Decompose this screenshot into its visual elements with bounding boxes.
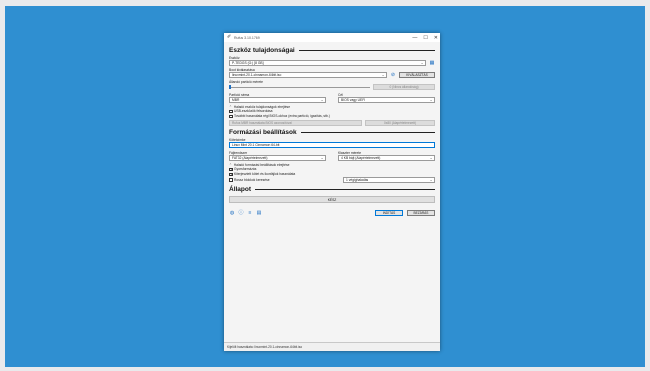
partition-scheme-dropdown[interactable]: MBR ⌄: [229, 97, 326, 103]
save-drive-icon[interactable]: ▦: [429, 60, 435, 66]
chevron-up-icon: ⌃: [229, 105, 232, 109]
select-button[interactable]: KIVÁLASZTÁS: [399, 72, 435, 78]
drive-properties-heading: Eszköz tulajdonságai: [229, 47, 435, 54]
bad-blocks-checkbox[interactable]: Rossz blokkok keresése: [229, 178, 340, 183]
rufus-app-icon: ✐: [227, 34, 232, 40]
progress-text: KÉSZ: [327, 198, 337, 202]
chevron-down-icon: ⌄: [429, 156, 433, 160]
checksum-icon[interactable]: ⊘: [390, 72, 396, 78]
checkmark-icon: ✔: [229, 172, 233, 177]
cluster-size-dropdown[interactable]: 4 KB bájt (Alapértelmezett) ⌄: [338, 155, 435, 161]
window-title: Rufus 3.10.1769: [234, 35, 260, 40]
minimize-button[interactable]: —: [412, 35, 417, 41]
filesystem-dropdown[interactable]: FAT32 (Alapértelmezett) ⌄: [229, 155, 326, 161]
format-options-heading: Formázási beállítások: [229, 129, 435, 136]
chevron-down-icon: ⌄: [381, 73, 385, 77]
globe-icon[interactable]: ◍: [229, 210, 235, 216]
chevron-down-icon: ⌄: [320, 98, 324, 102]
passes-dropdown[interactable]: 1 végighaladás ⌄: [343, 177, 435, 183]
maximize-button[interactable]: ☐: [423, 35, 427, 41]
chevron-down-icon: ⌄: [420, 61, 424, 65]
log-icon[interactable]: ▤: [256, 210, 262, 216]
title-bar: ✐ Rufus 3.10.1769 — ☐ ✕: [224, 33, 440, 42]
chevron-down-icon: ⌄: [429, 178, 433, 182]
boot-selection-dropdown[interactable]: linuxmint-20.1-cinnamon-64bit.iso ⌄: [229, 72, 387, 78]
persistent-size-slider[interactable]: [229, 84, 370, 90]
rufus-mbr-checkbox: Rufus MBR használata BIOS azonosítóval: [229, 120, 362, 126]
status-heading: Állapot: [229, 186, 435, 193]
chevron-up-icon: ⌃: [229, 163, 232, 167]
volume-label-input[interactable]: Linux Mint 20.1 Cinnamon 64-bit: [229, 142, 435, 148]
persistent-size-field: 0 (Nincs állandóság): [373, 84, 435, 90]
bios-id-dropdown: 0x80 (Alapértelmezett): [365, 120, 435, 126]
bios-fixes-checkbox[interactable]: További használata régi BIOS-okhoz (extr…: [229, 114, 435, 119]
rufus-window: ✐ Rufus 3.10.1769 — ☐ ✕ Eszköz tulajdons…: [224, 33, 440, 351]
chevron-down-icon: ⌄: [429, 98, 433, 102]
device-dropdown[interactable]: P-TEDGS (G:) [8 GB] ⌄: [229, 60, 426, 66]
status-bar-text: Kijelölt használata: linuxmint-20.1-cinn…: [224, 342, 440, 351]
target-system-dropdown[interactable]: BIOS vagy UEFI ⌄: [338, 97, 435, 103]
chevron-down-icon: ⌄: [320, 156, 324, 160]
info-icon[interactable]: ⓘ: [238, 209, 244, 216]
close-button[interactable]: BEZÁRÁS: [407, 209, 435, 216]
settings-icon[interactable]: ≡: [247, 210, 253, 216]
checkmark-icon: ✔: [229, 167, 233, 172]
progress-bar: KÉSZ: [229, 196, 435, 203]
close-window-button[interactable]: ✕: [434, 35, 438, 41]
start-button[interactable]: INDÍTÁS: [375, 209, 403, 216]
slider-thumb: [229, 85, 231, 89]
